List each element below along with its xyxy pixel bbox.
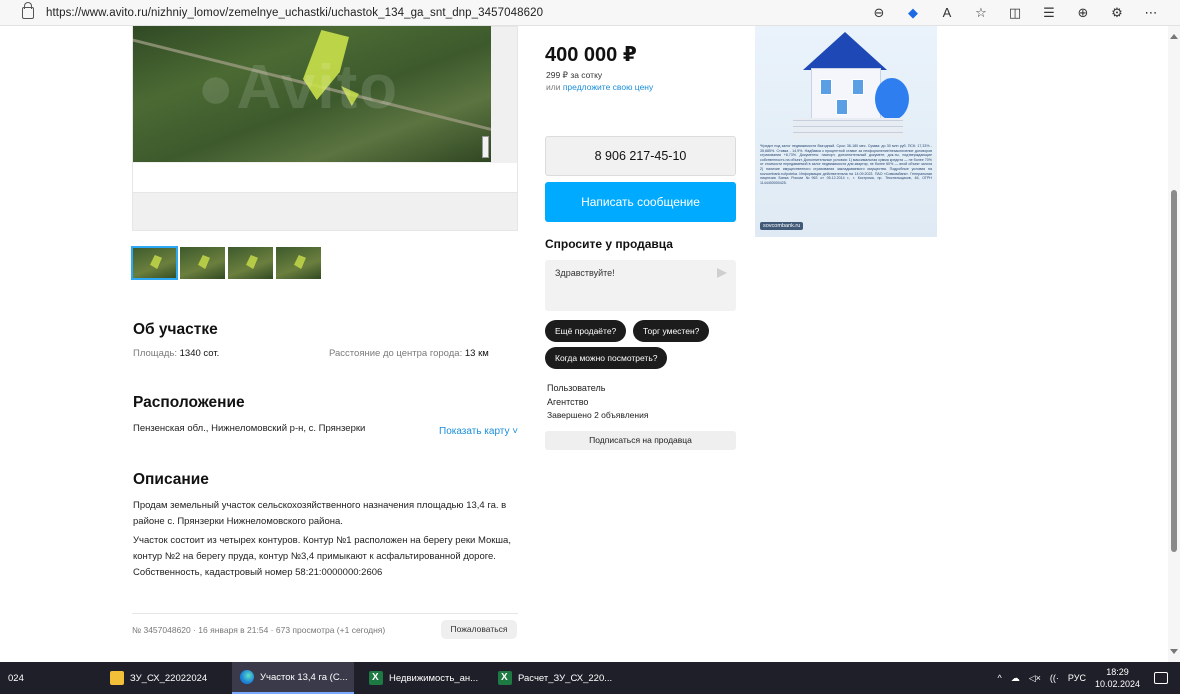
taskbar-item-edge[interactable]: Участок 13,4 га (С...: [232, 662, 354, 694]
folder-icon: [110, 671, 124, 685]
favorite-star-icon[interactable]: ☆: [964, 4, 998, 22]
write-message-button[interactable]: Написать сообщение: [545, 182, 736, 222]
wifi-icon[interactable]: ((·: [1050, 673, 1059, 683]
area-field: Площадь: 1340 сот.: [133, 348, 220, 359]
listing-meta: № 3457048620 · 16 января в 21:54 · 673 п…: [132, 625, 386, 635]
distance-field: Расстояние до центра города: 13 км: [329, 348, 489, 359]
description-title: Описание: [133, 471, 209, 488]
collections-icon[interactable]: ⊕: [1066, 4, 1100, 22]
page-scrollbar[interactable]: [1168, 26, 1180, 662]
language-indicator[interactable]: РУС: [1068, 673, 1086, 683]
location-title: Расположение: [133, 394, 245, 411]
tray-chevron-icon[interactable]: ^: [998, 673, 1002, 683]
about-title: Об участке: [133, 321, 218, 338]
split-screen-icon[interactable]: ◫: [998, 4, 1032, 22]
ask-seller-placeholder: Здравствуйте!: [555, 268, 615, 278]
thumbnail-1[interactable]: [131, 246, 178, 280]
subscribe-button[interactable]: Подписаться на продавца: [545, 431, 736, 450]
description-paragraph-1: Продам земельный участок сельскохозяйств…: [133, 500, 507, 527]
thumbnail-strip: [131, 246, 321, 280]
address-text: Пензенская обл., Нижнеломовский р-н, с. …: [133, 423, 366, 434]
seller-type: Агентство: [547, 397, 589, 407]
offer-price: или предложите свою цену: [546, 82, 654, 92]
clock[interactable]: 18:29 10.02.2024: [1095, 666, 1140, 690]
price-per-unit: 299 ₽ за сотку: [546, 70, 603, 80]
zoom-icon[interactable]: ⊖: [862, 4, 896, 22]
read-aloud-icon[interactable]: A: [930, 4, 964, 22]
notification-icon[interactable]: [1154, 672, 1168, 684]
taskbar-cut-item[interactable]: 024: [8, 662, 24, 694]
tag-icon[interactable]: ◆: [896, 4, 930, 22]
show-map-link[interactable]: Показать карту ˅: [439, 426, 518, 437]
quick-question-1[interactable]: Ещё продаёте?: [545, 320, 627, 342]
price: 400 000 ₽: [545, 44, 637, 66]
ask-seller-input[interactable]: Здравствуйте!: [545, 260, 736, 311]
scroll-up-icon[interactable]: [1170, 34, 1178, 39]
speaker-icon[interactable]: ◁×: [1029, 673, 1041, 684]
system-tray: ^ ☁ ◁× ((· РУС 18:29 10.02.2024: [998, 662, 1180, 694]
quick-question-3[interactable]: Когда можно посмотреть?: [545, 347, 668, 369]
thumbnail-2[interactable]: [180, 247, 225, 279]
thumbnail-4[interactable]: [276, 247, 321, 279]
thumbnail-3[interactable]: [228, 247, 273, 279]
cloud-icon[interactable]: ☁: [1011, 673, 1020, 684]
ad-banner[interactable]: *Кредит под залог недвижимости Выгодный.…: [755, 26, 937, 237]
page-viewport: ●Avito Об участке Площадь: 1340 сот. Рас…: [0, 26, 1168, 662]
address-field[interactable]: https://www.avito.ru/nizhniy_lomov/zemel…: [46, 7, 543, 19]
favorites-list-icon[interactable]: ☰: [1032, 4, 1066, 22]
browser-address-bar: https://www.avito.ru/nizhniy_lomov/zemel…: [0, 0, 1180, 26]
house-illustration: [785, 32, 909, 142]
main-photo[interactable]: ●Avito: [133, 26, 491, 162]
taskbar: 024 ЗУ_СХ_22022024 Участок 13,4 га (С...…: [0, 662, 1180, 694]
lock-icon[interactable]: [22, 1, 34, 19]
complain-button[interactable]: Пожаловаться: [441, 620, 517, 639]
quick-question-2[interactable]: Торг уместен?: [633, 320, 710, 342]
edge-icon: [240, 670, 254, 684]
seller-completed: Завершено 2 объявления: [547, 410, 649, 420]
ad-logo: sovcombank.ru: [760, 222, 804, 230]
extensions-icon[interactable]: ⚙: [1100, 4, 1134, 22]
send-icon[interactable]: [717, 268, 727, 278]
taskbar-item-excel-2[interactable]: Расчет_ЗУ_СХ_220...: [498, 662, 616, 694]
scroll-down-icon[interactable]: [1170, 649, 1178, 654]
excel-icon: [498, 671, 512, 685]
ask-seller-title: Спросите у продавца: [545, 237, 673, 251]
map-zoom-control: [482, 136, 489, 158]
offer-price-link[interactable]: предложите свою цену: [563, 82, 653, 92]
seller-name[interactable]: Пользователь: [547, 383, 605, 393]
scrollbar-thumb[interactable]: [1171, 190, 1177, 552]
phone-button[interactable]: 8 906 217-45-10: [545, 136, 736, 176]
excel-icon: [369, 671, 383, 685]
taskbar-item-folder[interactable]: ЗУ_СХ_22022024: [110, 662, 228, 694]
ad-fine-print: *Кредит под залог недвижимости Выгодный.…: [760, 144, 932, 185]
taskbar-item-excel-1[interactable]: Недвижимость_ан...: [369, 662, 487, 694]
browser-toolbar: ⊖ ◆ A ☆ ◫ ☰ ⊕ ⚙ ⋯: [862, 4, 1168, 22]
avito-watermark: ●Avito: [197, 53, 400, 122]
description-paragraph-2: Участок состоит из четырех контуров. Кон…: [133, 535, 511, 578]
menu-icon[interactable]: ⋯: [1134, 4, 1168, 22]
